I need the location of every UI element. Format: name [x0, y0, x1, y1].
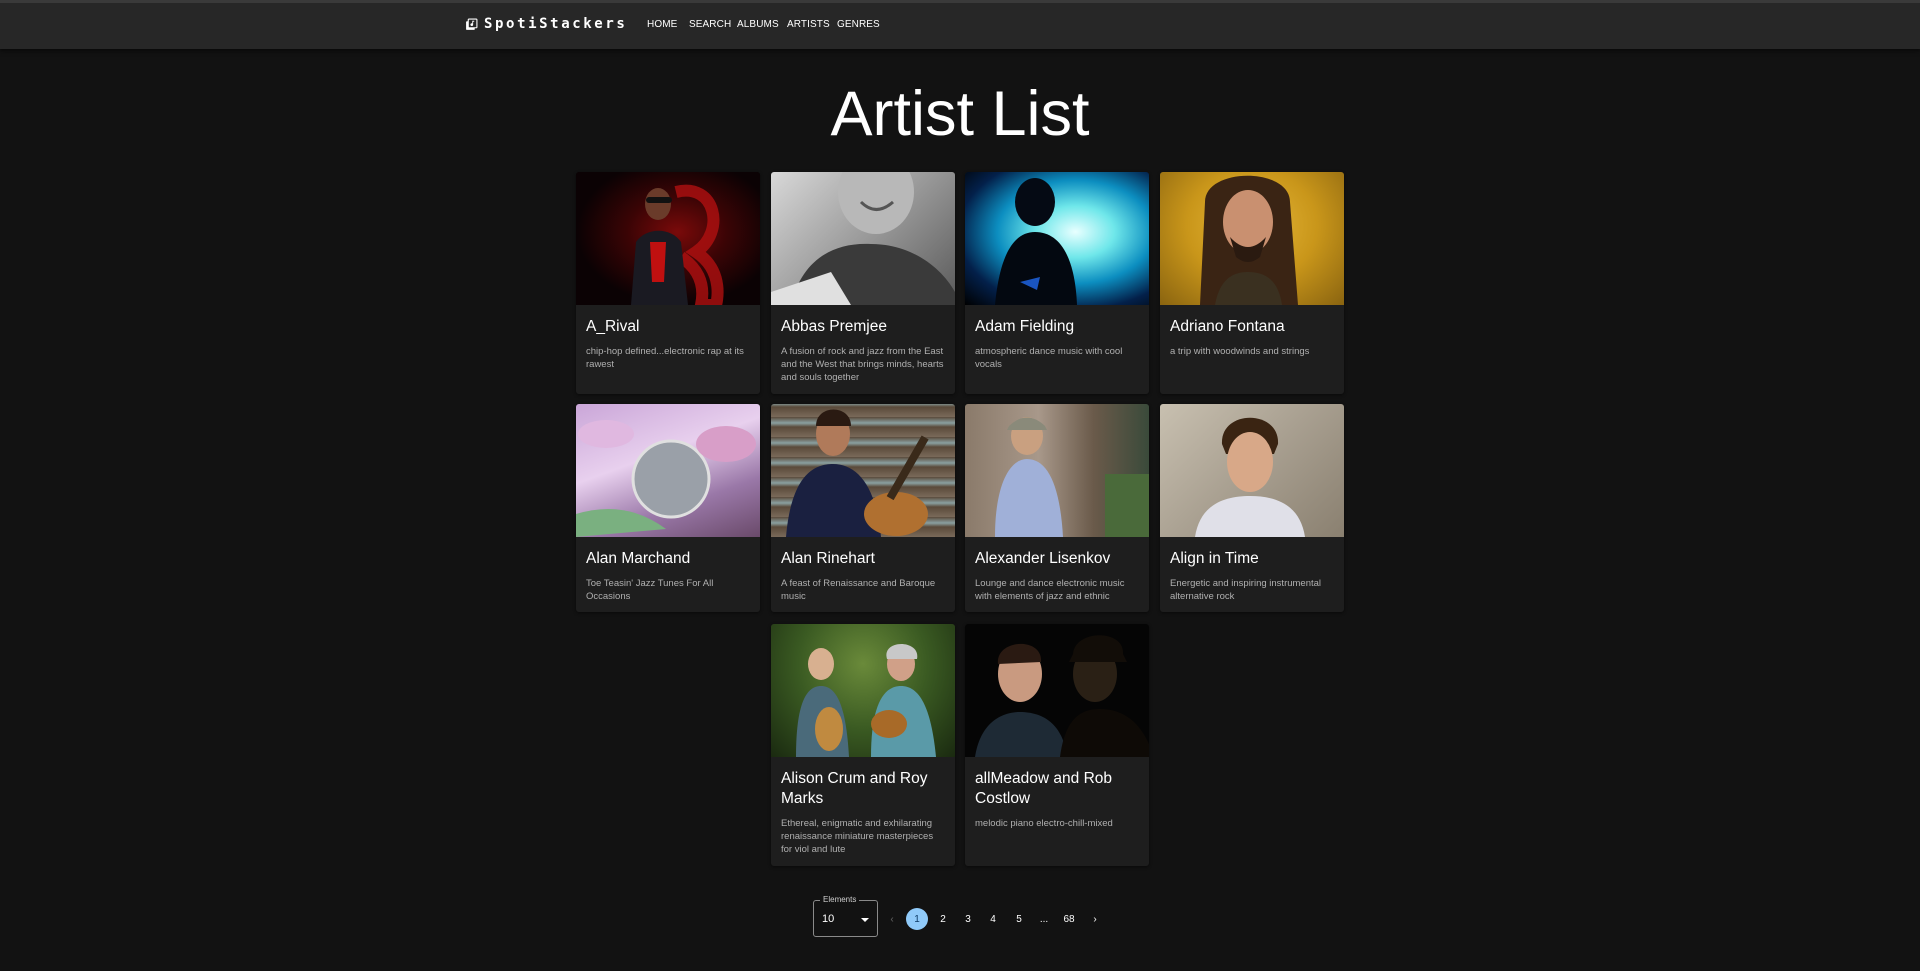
artist-image: [965, 624, 1149, 757]
nav-albums[interactable]: ALBUMS: [737, 19, 779, 30]
artist-name: Align in Time: [1170, 550, 1259, 567]
artist-image: [1160, 404, 1344, 537]
artist-description: A fusion of rock and jazz from the East …: [781, 346, 944, 383]
artist-description: Toe Teasin' Jazz Tunes For All Occasions: [586, 578, 714, 602]
artist-description: a trip with woodwinds and strings: [1170, 346, 1310, 357]
artist-name: Alison Crum and Roy Marks: [781, 770, 928, 807]
page-5-button[interactable]: 5: [1008, 908, 1030, 930]
artist-description: melodic piano electro-chill-mixed: [975, 818, 1113, 829]
app-bar: SpotiStackers HOME SEARCH ALBUMS ARTISTS…: [0, 0, 1920, 49]
artist-card[interactable]: Alan Marchand Toe Teasin' Jazz Tunes For…: [576, 404, 760, 612]
artist-image: [771, 172, 955, 305]
artist-photo: [1200, 175, 1298, 305]
artist-card[interactable]: Adam Fielding atmospheric dance music wi…: [965, 172, 1149, 394]
artist-card[interactable]: allMeadow and Rob Costlow melodic piano …: [965, 624, 1149, 866]
elements-per-page-select[interactable]: Elements 10: [813, 895, 878, 937]
artist-description: atmospheric dance music with cool vocals: [975, 346, 1123, 370]
artist-image: [576, 404, 760, 537]
nav-home[interactable]: HOME: [647, 19, 677, 30]
elements-value: 10: [822, 913, 835, 925]
brand-name: SpotiStackers: [484, 16, 628, 32]
elements-label: Elements: [820, 895, 860, 905]
artist-photo: [576, 420, 756, 537]
artist-card[interactable]: A_Rival chip-hop defined...electronic ra…: [576, 172, 760, 394]
artist-name: Alan Rinehart: [781, 550, 875, 567]
artist-card[interactable]: Alan Rinehart A feast of Renaissance and…: [771, 404, 955, 612]
artist-image: [771, 624, 955, 757]
artist-description: A feast of Renaissance and Baroque music: [781, 578, 936, 602]
artist-card[interactable]: Adriano Fontana a trip with woodwinds an…: [1160, 172, 1344, 394]
nav-genres[interactable]: GENRES: [837, 19, 880, 30]
page-3-button[interactable]: 3: [957, 908, 979, 930]
artist-description: chip-hop defined...electronic rap at its…: [586, 346, 744, 370]
page-last-button[interactable]: 68: [1058, 908, 1080, 930]
artist-name: Adriano Fontana: [1170, 318, 1285, 335]
next-page-button[interactable]: ›: [1084, 908, 1106, 930]
artist-name: allMeadow and Rob Costlow: [975, 770, 1113, 807]
page-4-button[interactable]: 4: [982, 908, 1004, 930]
page-2-button[interactable]: 2: [932, 908, 954, 930]
artist-card[interactable]: Alison Crum and Roy Marks Ethereal, enig…: [771, 624, 955, 866]
artist-name: Adam Fielding: [975, 318, 1075, 335]
artist-photo: [995, 417, 1149, 537]
music-library-icon: [466, 18, 478, 30]
artist-image: [576, 172, 760, 305]
artist-description: Lounge and dance electronic music with e…: [975, 578, 1125, 602]
artist-image: [965, 172, 1149, 305]
artist-card[interactable]: Abbas Premjee A fusion of rock and jazz …: [771, 172, 955, 394]
page-1-button[interactable]: 1: [906, 908, 928, 930]
artist-image: [1160, 172, 1344, 305]
artist-description: Ethereal, enigmatic and exhilarating ren…: [781, 818, 934, 855]
artist-photo: [975, 635, 1149, 757]
artist-name: Alan Marchand: [586, 550, 691, 567]
artist-name: Abbas Premjee: [781, 318, 887, 335]
artist-photo: [771, 172, 955, 305]
prev-page-button[interactable]: ‹: [881, 908, 903, 930]
artist-photo: [631, 184, 724, 305]
page-ellipsis: ...: [1039, 913, 1049, 925]
caret-down-icon: [861, 918, 869, 922]
artist-photo: [796, 644, 936, 757]
brand[interactable]: SpotiStackers: [465, 16, 627, 32]
artist-photo: [786, 409, 929, 537]
nav-artists[interactable]: ARTISTS: [787, 19, 830, 30]
artist-image: [771, 404, 955, 537]
page-title: Artist List: [830, 79, 1090, 149]
artist-photo: [995, 178, 1077, 305]
artist-card[interactable]: Alexander Lisenkov Lounge and dance elec…: [965, 404, 1149, 612]
nav-search[interactable]: SEARCH: [689, 19, 731, 30]
artist-card[interactable]: Align in Time Energetic and inspiring in…: [1160, 404, 1344, 612]
artist-description: Energetic and inspiring instrumental alt…: [1170, 578, 1322, 602]
artist-image: [965, 404, 1149, 537]
artist-photo: [1195, 417, 1305, 537]
artist-name: Alexander Lisenkov: [975, 550, 1111, 567]
artist-name: A_Rival: [586, 318, 640, 335]
